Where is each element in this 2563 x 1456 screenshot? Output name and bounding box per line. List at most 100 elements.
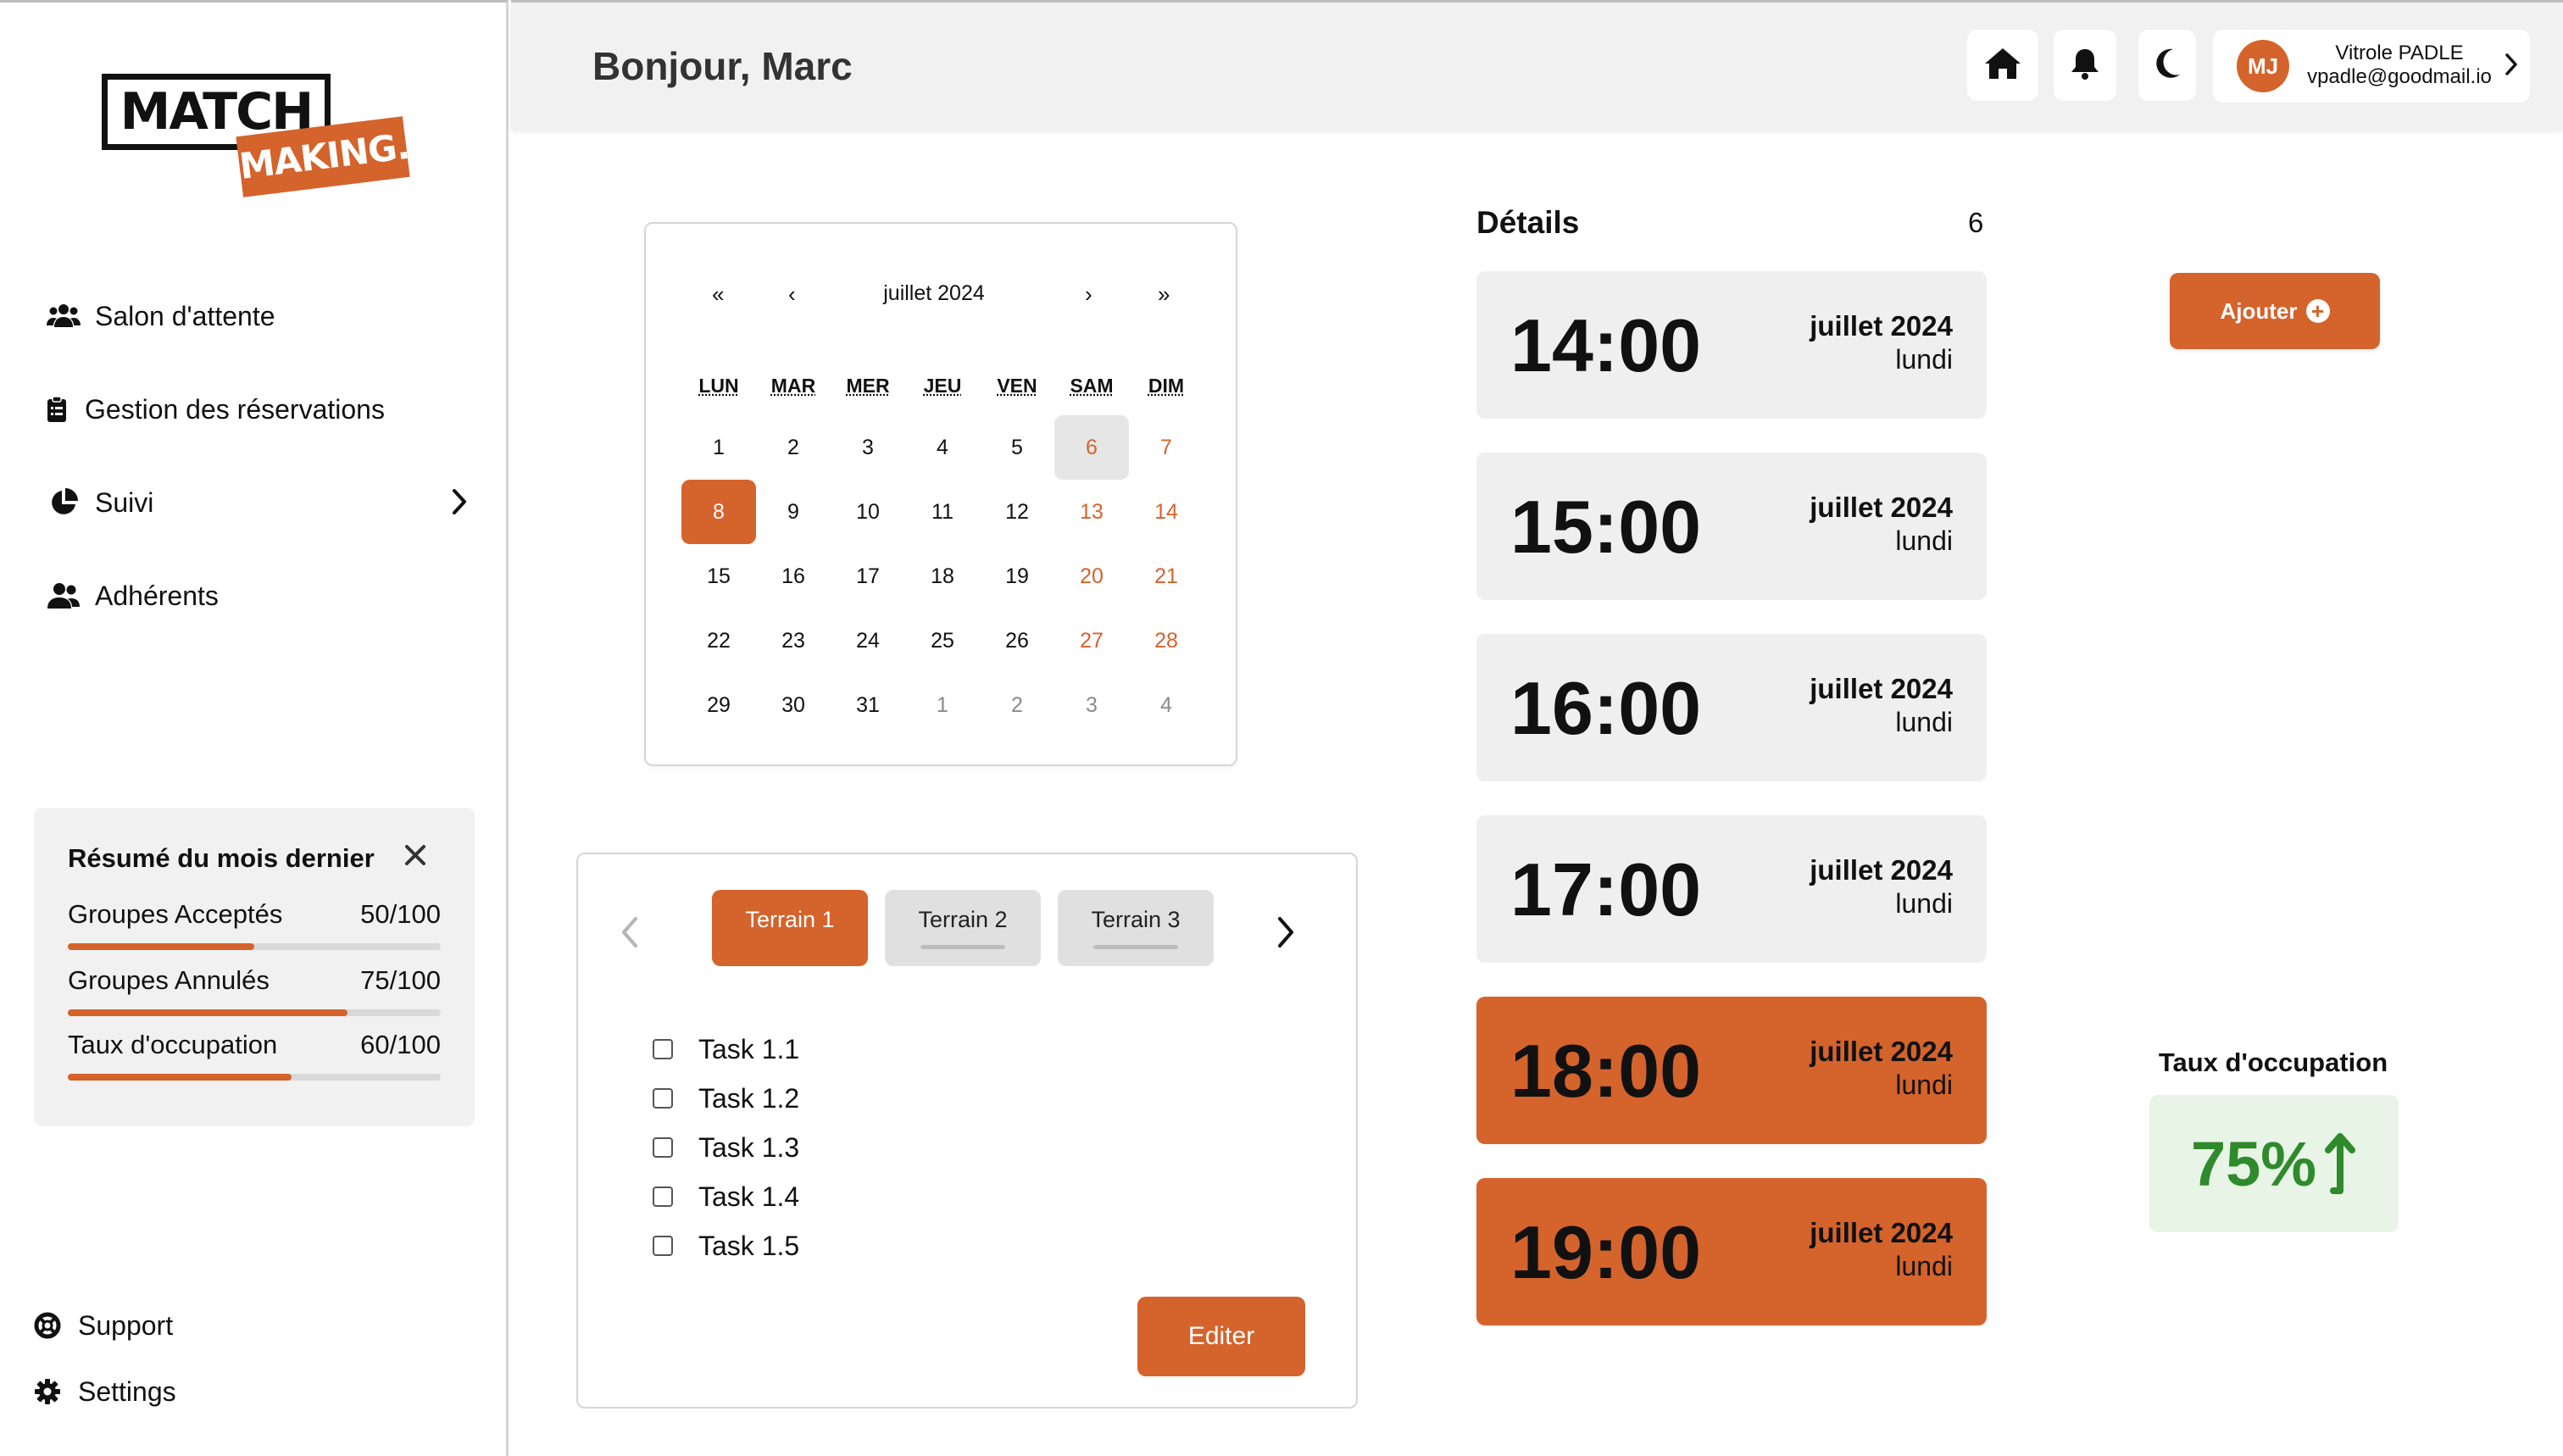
calendar-day[interactable]: 9 (756, 480, 831, 544)
time-slot-card[interactable]: 18:00 juillet 2024 lundi (1476, 997, 1987, 1144)
calendar-day[interactable]: 4 (905, 415, 980, 480)
calendar-day[interactable]: 4 (1129, 673, 1204, 737)
summary-row-occupancy: Taux d'occupation 60/100 (68, 1030, 441, 1089)
calendar-day[interactable]: 6 (1054, 415, 1129, 480)
slot-weekday: lundi (1895, 1070, 1953, 1100)
tab-terrain-1[interactable]: Terrain 1 (712, 890, 868, 966)
calendar-day[interactable]: 20 (1054, 544, 1129, 609)
calendar-day[interactable]: 31 (831, 673, 905, 737)
task-label: Task 1.5 (698, 1230, 800, 1261)
add-button[interactable]: Ajouter + (2170, 273, 2380, 349)
slot-time: 16:00 (1510, 666, 1702, 750)
calendar-day[interactable]: 7 (1129, 415, 1204, 480)
calendar-day[interactable]: 29 (681, 673, 756, 737)
occupancy-title: Taux d'occupation (2158, 1048, 2388, 1077)
task-checkbox[interactable] (653, 1236, 673, 1256)
calendar-day[interactable]: 17 (831, 544, 905, 609)
time-slot-card[interactable]: 14:00 juillet 2024 lundi (1476, 271, 1987, 419)
calendar-day[interactable]: 25 (905, 609, 980, 673)
pie-chart-icon (44, 483, 83, 522)
calendar-day[interactable]: 24 (831, 609, 905, 673)
summary-value: 75/100 (360, 965, 441, 995)
calendar-day[interactable]: 19 (980, 544, 1054, 609)
calendar-day[interactable]: 5 (980, 415, 1054, 480)
slot-month: juillet 2024 (1810, 854, 1953, 886)
task-checkbox[interactable] (653, 1088, 673, 1109)
calendar-day[interactable]: 28 (1129, 609, 1204, 673)
summary-row-accepted: Groupes Acceptés 50/100 (68, 899, 441, 959)
calendar-month-label[interactable]: juillet 2024 (824, 281, 1044, 306)
user-profile-menu[interactable]: MJ Vitrole PADLE vpadle@goodmail.io (2213, 30, 2530, 103)
summary-value: 60/100 (360, 1030, 441, 1059)
home-button[interactable] (1967, 30, 2038, 101)
calendar-day[interactable]: 13 (1054, 480, 1129, 544)
sidebar-item-support[interactable]: Support (32, 1304, 173, 1347)
tabs-next-button[interactable] (1265, 909, 1307, 959)
sidebar-item-gestion-reservations[interactable]: Gestion des réservations (44, 384, 476, 435)
tab-terrain-2[interactable]: Terrain 2 (885, 890, 1041, 966)
calendar-day[interactable]: 1 (681, 415, 756, 480)
time-slot-card[interactable]: 17:00 juillet 2024 lundi (1476, 815, 1987, 963)
slot-time: 14:00 (1510, 303, 1702, 387)
calendar-day[interactable]: 11 (905, 480, 980, 544)
weekday-header: MER (846, 375, 890, 397)
calendar-day[interactable]: 27 (1054, 609, 1129, 673)
notifications-button[interactable] (2054, 30, 2116, 101)
tab-terrain-3[interactable]: Terrain 3 (1058, 890, 1214, 966)
brand-logo[interactable]: MATCH MAKING. (100, 70, 414, 197)
task-checkbox[interactable] (653, 1137, 673, 1158)
weekday-header: LUN (698, 375, 739, 397)
calendar-next-month[interactable]: › (1085, 281, 1092, 308)
settings-label: Settings (78, 1375, 176, 1407)
calendar-day[interactable]: 18 (905, 544, 980, 609)
sidebar-item-suivi[interactable]: Suivi (44, 477, 476, 528)
calendar-day[interactable]: 22 (681, 609, 756, 673)
calendar-day[interactable]: 15 (681, 544, 756, 609)
support-label: Support (78, 1309, 174, 1341)
task-item: Task 1.5 (653, 1227, 799, 1264)
calendar-prev-month[interactable]: ‹ (788, 281, 796, 308)
edit-button[interactable]: Editer (1137, 1297, 1305, 1376)
chevron-right-icon (1276, 915, 1295, 953)
dark-mode-toggle[interactable] (2138, 30, 2196, 101)
calendar-next-year[interactable]: » (1158, 281, 1170, 308)
weekday-header: VEN (997, 375, 1037, 397)
calendar-day[interactable]: 21 (1129, 544, 1204, 609)
calendar-day[interactable]: 2 (980, 673, 1054, 737)
calendar-day[interactable]: 23 (756, 609, 831, 673)
sidebar-item-salon-attente[interactable]: Salon d'attente (44, 291, 476, 342)
calendar-day[interactable]: 10 (831, 480, 905, 544)
calendar-day[interactable]: 12 (980, 480, 1054, 544)
slot-time: 17:00 (1510, 847, 1702, 931)
task-checkbox[interactable] (653, 1186, 673, 1207)
calendar-day[interactable]: 8 (681, 480, 756, 544)
slot-weekday: lundi (1895, 525, 1953, 556)
task-label: Task 1.2 (698, 1082, 800, 1114)
calendar-day[interactable]: 14 (1129, 480, 1204, 544)
calendar-day[interactable]: 3 (831, 415, 905, 480)
calendar-prev-year[interactable]: « (712, 281, 724, 308)
time-slot-card[interactable]: 16:00 juillet 2024 lundi (1476, 634, 1987, 781)
calendar-day[interactable]: 3 (1054, 673, 1129, 737)
calendar-day[interactable]: 16 (756, 544, 831, 609)
tab-underline (1093, 945, 1178, 949)
tabs-prev-button[interactable] (609, 909, 651, 959)
close-icon[interactable] (398, 838, 432, 872)
time-slot-card[interactable]: 15:00 juillet 2024 lundi (1476, 453, 1987, 600)
calendar-day[interactable]: 26 (980, 609, 1054, 673)
calendar-day[interactable]: 30 (756, 673, 831, 737)
sidebar-item-label: Gestion des réservations (85, 393, 385, 425)
sidebar-item-settings[interactable]: Settings (32, 1370, 176, 1413)
slot-weekday: lundi (1895, 344, 1953, 375)
slot-weekday: lundi (1895, 888, 1953, 919)
progress-track (68, 1009, 441, 1016)
sidebar-item-adherents[interactable]: Adhérents (44, 570, 476, 621)
time-slot-card[interactable]: 19:00 juillet 2024 lundi (1476, 1178, 1987, 1325)
slot-month: juillet 2024 (1810, 310, 1953, 342)
tab-label: Terrain 3 (1091, 907, 1181, 932)
sidebar-item-label: Salon d'attente (95, 300, 275, 331)
calendar-day[interactable]: 1 (905, 673, 980, 737)
calendar-day[interactable]: 2 (756, 415, 831, 480)
summary-row-cancelled: Groupes Annulés 75/100 (68, 965, 441, 1025)
task-checkbox[interactable] (653, 1039, 673, 1059)
